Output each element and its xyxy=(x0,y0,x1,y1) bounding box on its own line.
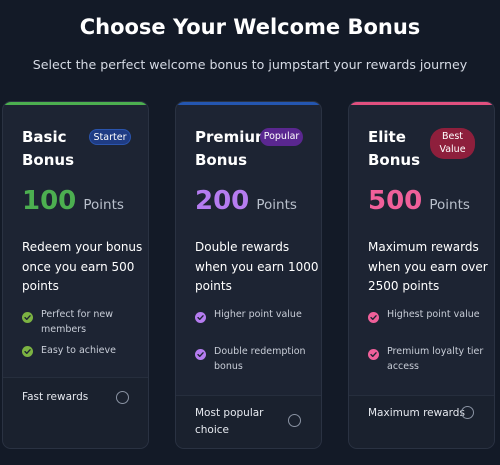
feature-text: Easy to achieve xyxy=(41,345,116,356)
feature-item: Highest point value xyxy=(368,308,494,323)
card-footer-option[interactable]: Most popular choice xyxy=(176,395,321,448)
feature-item: Easy to achieve xyxy=(22,344,148,359)
check-circle-icon xyxy=(195,349,206,360)
bonus-card-basic[interactable]: Basic Bonus Starter 100 Points Redeem yo… xyxy=(2,101,149,449)
feature-item: Perfect for new members xyxy=(22,308,148,337)
footer-label: Most popular choice xyxy=(195,407,264,436)
card-description: Maximum rewards when you earn over 2500 … xyxy=(368,240,488,293)
points-value: 100 xyxy=(22,186,77,216)
check-circle-icon xyxy=(368,312,379,323)
points-unit: Points xyxy=(256,197,297,213)
check-circle-icon xyxy=(22,312,33,323)
feature-text: Double redemption bonus xyxy=(214,346,306,372)
points-display: 200 Points xyxy=(195,186,297,216)
points-unit: Points xyxy=(429,197,470,213)
card-title: Elite Bonus xyxy=(368,128,421,169)
bonus-card-elite[interactable]: Elite Bonus Best Value 500 Points Maximu… xyxy=(348,101,495,449)
card-footer-option[interactable]: Fast rewards xyxy=(3,377,148,448)
card-footer-option[interactable]: Maximum rewards xyxy=(349,395,494,448)
welcome-bonus-page: Choose Your Welcome Bonus Select the per… xyxy=(0,0,500,465)
popular-badge: Popular xyxy=(260,128,303,146)
best-value-badge: Best Value xyxy=(430,128,475,159)
page-subtitle: Select the perfect welcome bonus to jump… xyxy=(32,57,468,72)
card-accent-bar xyxy=(349,102,494,105)
feature-item: Double redemption bonus xyxy=(195,345,321,374)
page-title: Choose Your Welcome Bonus xyxy=(79,15,421,39)
card-description: Redeem your bonus once you earn 500 poin… xyxy=(22,240,143,293)
points-value: 200 xyxy=(195,186,250,216)
feature-text: Perfect for new members xyxy=(41,309,114,335)
points-unit: Points xyxy=(83,197,124,213)
points-display: 100 Points xyxy=(22,186,124,216)
footer-label: Fast rewards xyxy=(22,391,89,403)
points-value: 500 xyxy=(368,186,423,216)
radio-button-icon[interactable] xyxy=(116,391,129,404)
feature-text: Highest point value xyxy=(387,309,480,320)
card-title: Basic Bonus xyxy=(22,128,75,169)
feature-text: Higher point value xyxy=(214,309,302,320)
check-circle-icon xyxy=(368,349,379,360)
bonus-card-premium[interactable]: Premium Bonus Popular 200 Points Double … xyxy=(175,101,322,449)
radio-button-icon[interactable] xyxy=(288,414,301,427)
footer-label: Maximum rewards xyxy=(368,407,465,419)
points-display: 500 Points xyxy=(368,186,470,216)
card-title: Premium Bonus xyxy=(195,128,271,169)
check-circle-icon xyxy=(195,312,206,323)
card-description: Double rewards when you earn 1000 points xyxy=(195,240,319,293)
starter-badge: Starter xyxy=(89,129,131,145)
feature-item: Higher point value xyxy=(195,308,321,323)
card-accent-bar xyxy=(3,102,148,105)
radio-button-icon[interactable] xyxy=(461,406,474,419)
feature-item: Premium loyalty tier access xyxy=(368,345,494,374)
check-circle-icon xyxy=(22,346,33,357)
feature-text: Premium loyalty tier access xyxy=(387,346,484,372)
card-accent-bar xyxy=(176,102,321,105)
